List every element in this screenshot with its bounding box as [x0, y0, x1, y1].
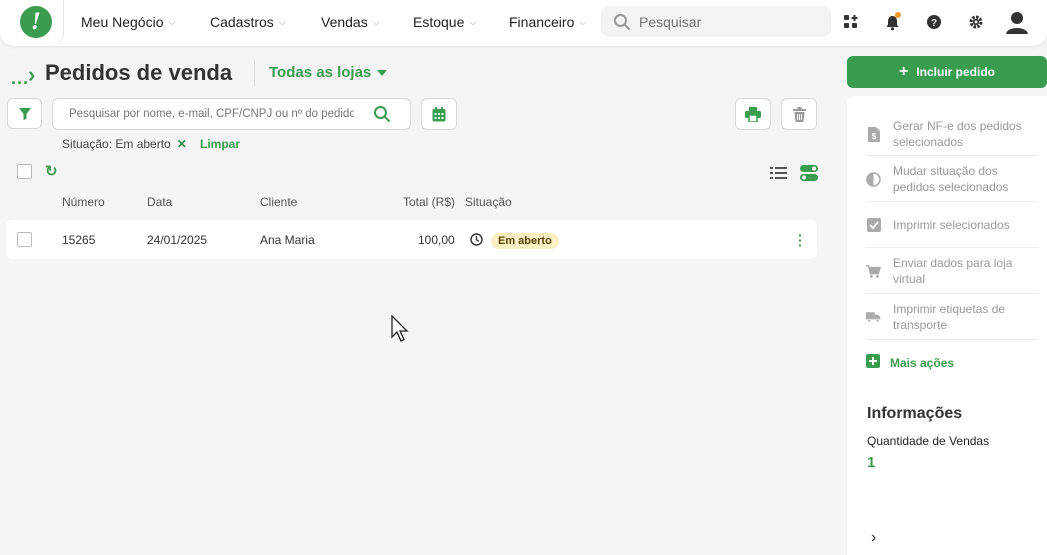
action-send-store[interactable]: Enviar dados para loja virtual — [866, 255, 1038, 287]
chevron-down-icon: ⌵ — [469, 16, 477, 27]
chevron-right-icon[interactable]: › — [871, 529, 876, 547]
plus-square-icon — [866, 354, 880, 371]
divider — [866, 247, 1038, 248]
action-generate-nfe[interactable]: $ Gerar NF-e dos pedidos selecionados — [866, 118, 1038, 150]
nav-meu-negocio[interactable]: Meu Negócio ⌵ — [81, 14, 175, 30]
action-print-labels[interactable]: Imprimir etiquetas de transporte — [866, 301, 1038, 333]
breadcrumb-chevron-icon: › — [28, 62, 36, 87]
date-filter-button[interactable] — [421, 98, 457, 130]
order-search[interactable] — [52, 98, 411, 130]
avatar[interactable] — [1004, 9, 1030, 35]
row-cliente: Ana Maria — [260, 233, 315, 247]
clear-filters-link[interactable]: Limpar — [200, 137, 240, 151]
select-all-checkbox[interactable] — [17, 164, 32, 179]
global-search[interactable] — [601, 6, 831, 37]
refresh-icon[interactable]: ↻ — [45, 162, 58, 180]
divider — [866, 155, 1038, 156]
checkbox-checked-icon — [866, 218, 881, 232]
cart-icon — [866, 264, 881, 279]
sales-count-label: Quantidade de Vendas — [867, 434, 990, 448]
nav-vendas[interactable]: Vendas ⌵ — [321, 14, 380, 30]
caret-down-icon — [377, 69, 388, 76]
title-divider — [254, 60, 255, 86]
trash-icon — [792, 106, 806, 122]
search-icon — [614, 13, 630, 30]
top-navbar: ! Meu Negócio ⌵ Cadastros ⌵ Vendas ⌵ Estoqu… — [0, 0, 1047, 46]
notification-dot — [895, 12, 901, 18]
list-view-icon[interactable] — [770, 166, 787, 183]
print-button[interactable] — [735, 98, 771, 130]
filter-icon — [18, 107, 31, 120]
bell-icon[interactable] — [882, 12, 902, 32]
row-menu-icon[interactable]: · · · — [798, 228, 803, 252]
info-title: Informações — [867, 405, 963, 422]
invoice-icon: $ — [866, 126, 881, 142]
row-total: 100,00 — [418, 233, 455, 247]
app-logo[interactable]: ! — [20, 6, 52, 38]
mouse-cursor-icon — [391, 314, 411, 346]
plus-icon: + — [898, 63, 909, 80]
help-icon[interactable]: ? — [924, 12, 944, 32]
action-print-selected[interactable]: Imprimir selecionados — [866, 217, 1038, 233]
row-numero: 15265 — [62, 233, 96, 247]
chevron-down-icon: ⌵ — [372, 16, 380, 27]
delete-button[interactable] — [781, 98, 817, 130]
apps-icon[interactable] — [841, 12, 861, 32]
search-icon[interactable] — [373, 105, 391, 123]
action-change-status[interactable]: Mudar situação dos pedidos selecionados — [866, 163, 1038, 195]
page-title: Pedidos de venda — [45, 60, 233, 85]
nav-financeiro[interactable]: Financeiro ⌵ — [509, 14, 586, 30]
column-header-data[interactable]: Data — [147, 195, 172, 209]
printer-icon — [745, 106, 761, 122]
sales-count-value: 1 — [867, 454, 876, 471]
row-data: 24/01/2025 — [147, 233, 208, 247]
half-circle-icon — [866, 171, 881, 187]
divider — [866, 339, 1038, 340]
add-order-button[interactable]: + Incluir pedido — [847, 56, 1047, 88]
chevron-down-icon: ⌵ — [579, 16, 587, 27]
nav-estoque[interactable]: Estoque ⌵ — [413, 14, 476, 30]
global-search-input[interactable] — [639, 13, 819, 30]
status-badge: Em aberto — [491, 233, 559, 249]
nav-cadastros[interactable]: Cadastros ⌵ — [210, 14, 286, 30]
table-row[interactable] — [6, 220, 817, 259]
order-search-input[interactable] — [69, 108, 354, 120]
filter-button[interactable] — [7, 98, 42, 129]
divider — [866, 293, 1038, 294]
breadcrumb[interactable]: ... — [11, 68, 29, 89]
truck-icon — [866, 310, 881, 324]
logo-area: ! — [0, 0, 64, 46]
close-icon[interactable]: ✕ — [177, 137, 187, 151]
gear-icon[interactable] — [966, 12, 986, 32]
column-header-numero[interactable]: Número — [62, 195, 105, 209]
toggle-view-icon[interactable] — [800, 165, 818, 184]
calendar-icon — [432, 106, 446, 121]
chevron-down-icon: ⌵ — [278, 16, 286, 27]
status-filter-chip: Situação: Em aberto ✕ — [62, 137, 187, 151]
svg-text:?: ? — [931, 18, 937, 29]
divider — [866, 201, 1038, 202]
column-header-situacao[interactable]: Situação — [465, 195, 512, 209]
column-header-total[interactable]: Total (R$) — [403, 195, 455, 209]
store-selector[interactable]: Todas as lojas — [269, 64, 388, 81]
svg-text:$: $ — [871, 132, 876, 141]
column-header-cliente[interactable]: Cliente — [260, 195, 297, 209]
clock-icon — [470, 233, 483, 249]
row-checkbox[interactable] — [17, 232, 32, 247]
chevron-down-icon: ⌵ — [168, 16, 176, 27]
more-actions-button[interactable]: Mais ações — [866, 354, 954, 371]
